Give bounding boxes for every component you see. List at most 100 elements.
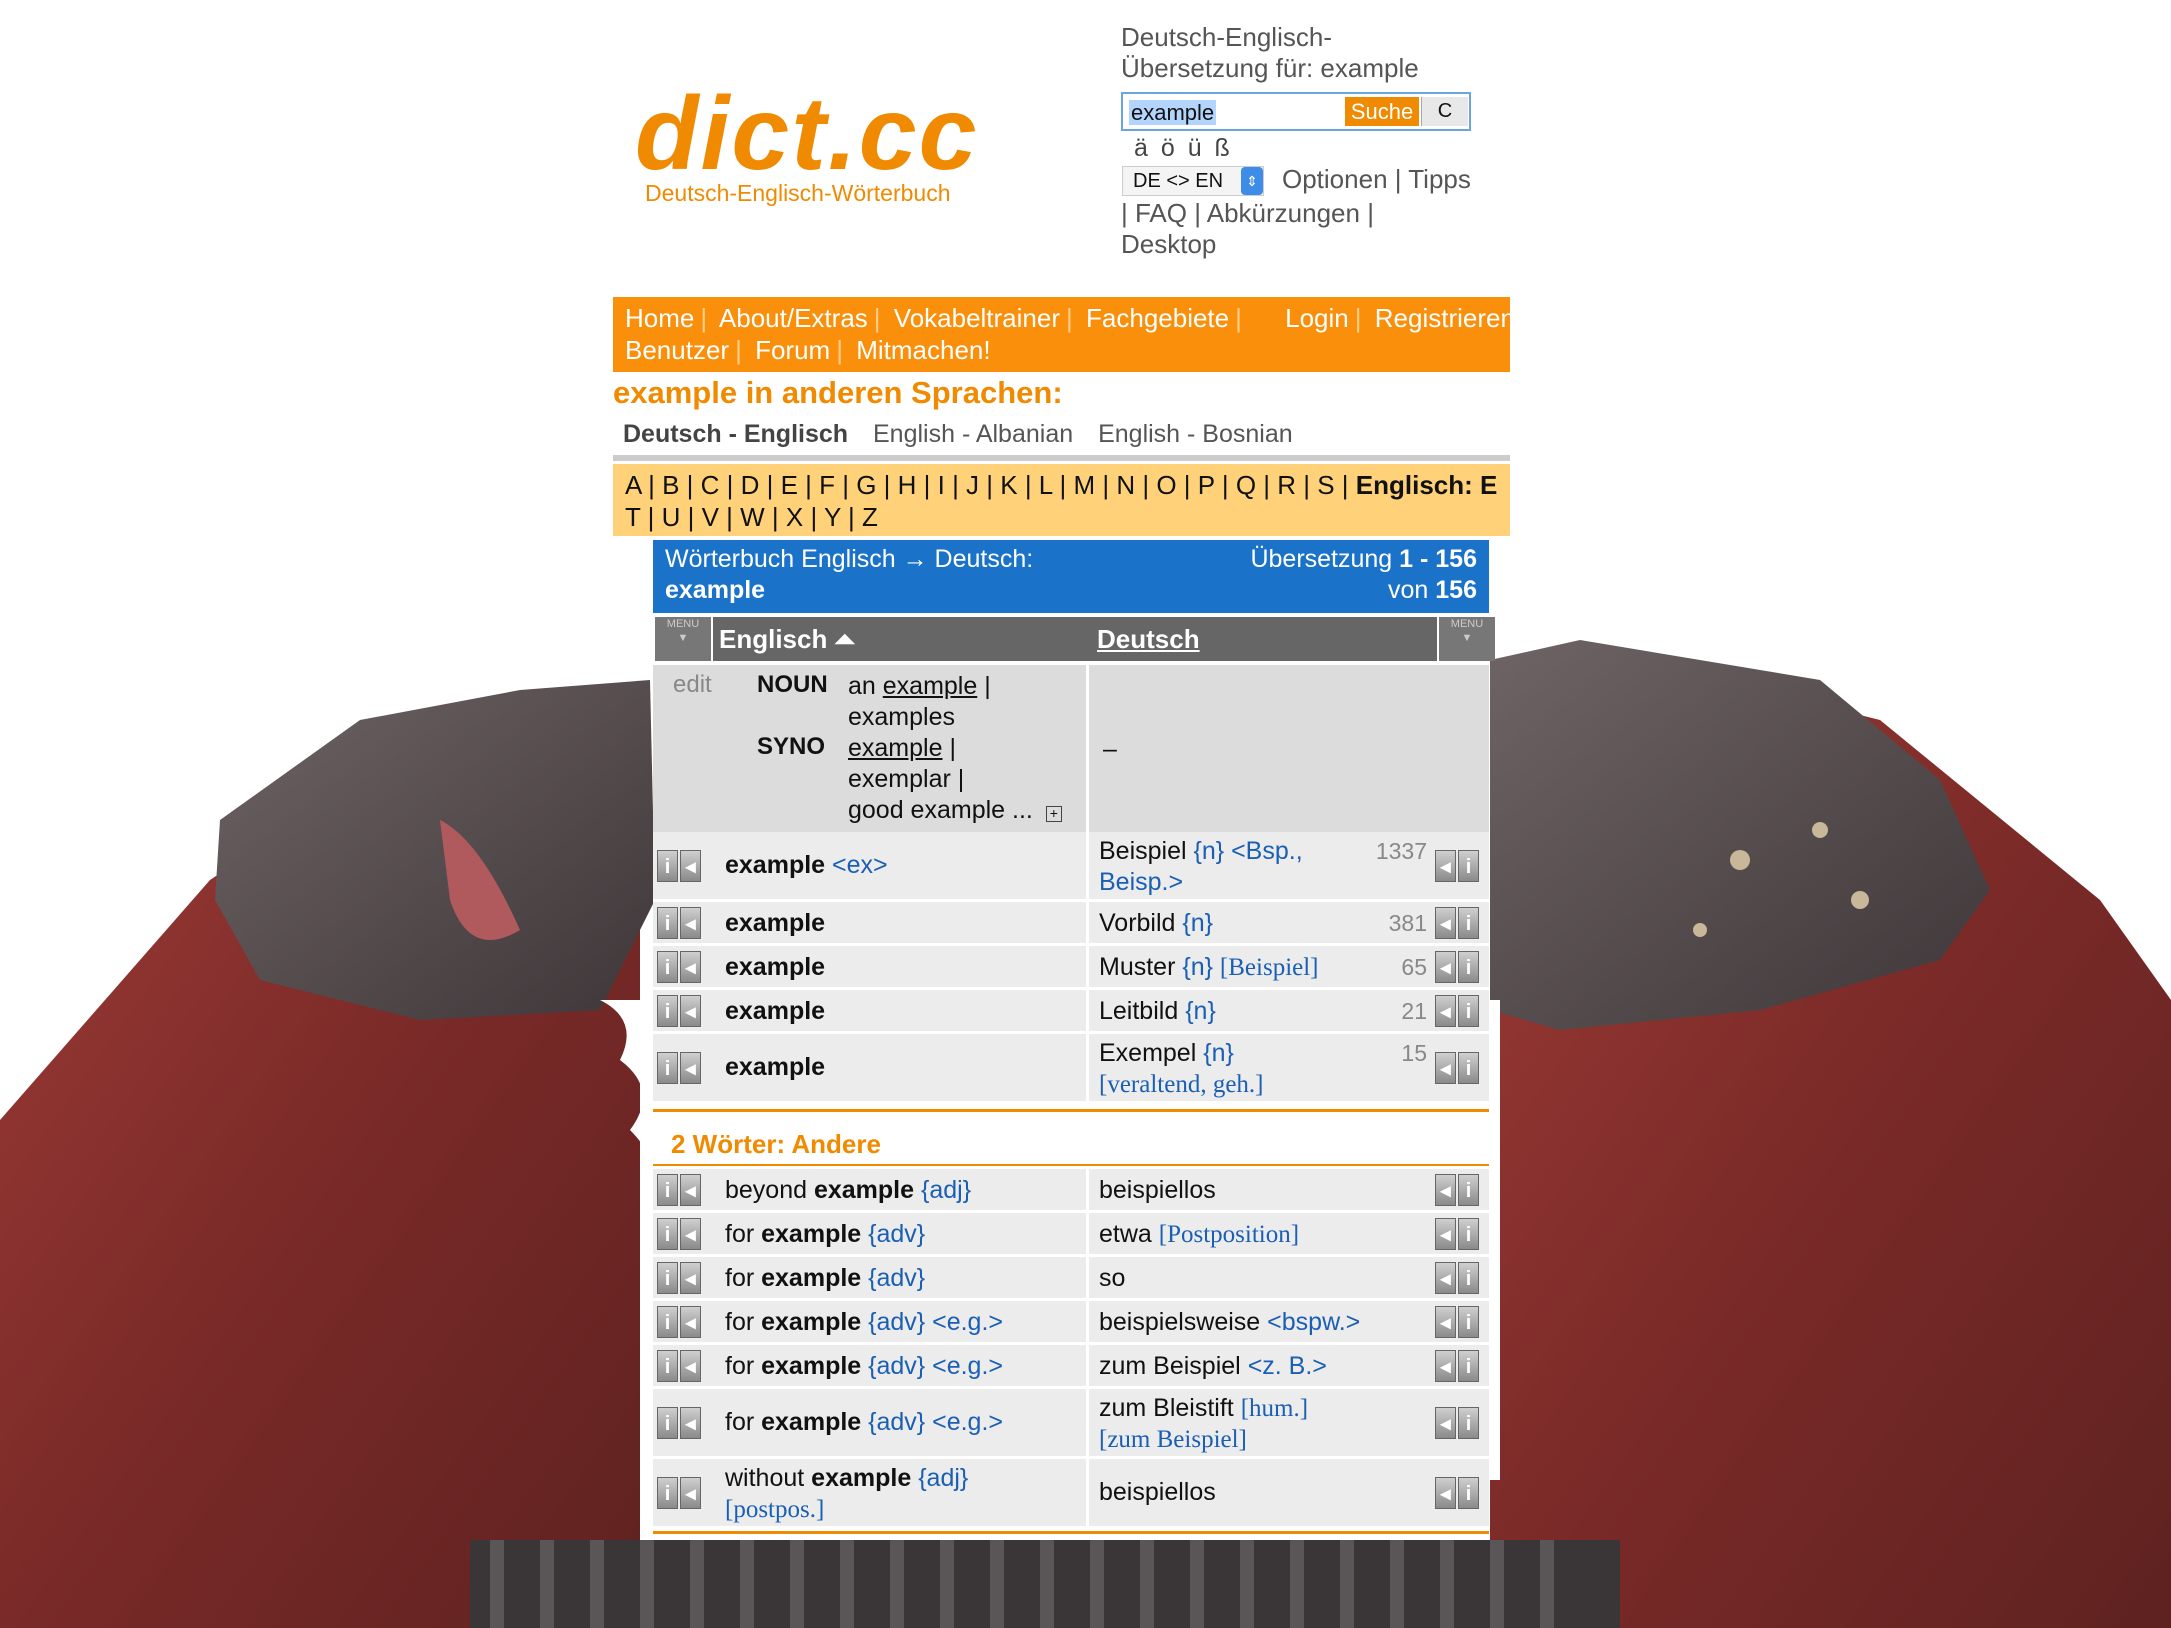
audio-info-icons-right[interactable]: ◂ i	[1435, 1407, 1485, 1439]
speaker-icon: ◂	[680, 850, 701, 882]
alphabet-bar: A | B | C | D | E | F | G | H | I | J | …	[613, 464, 1510, 536]
select-arrow-icon: ⇕	[1241, 167, 1263, 195]
info-audio-icons-left[interactable]: i ◂	[657, 1052, 707, 1084]
info-icon: i	[657, 1262, 678, 1294]
noun-link[interactable]: example	[883, 672, 978, 700]
info-icon: i	[657, 1350, 678, 1382]
info-icon: i	[1458, 951, 1479, 983]
info-audio-icons-left[interactable]: i ◂	[657, 995, 707, 1027]
nav-login[interactable]: Login	[1285, 303, 1349, 333]
audio-info-icons-right[interactable]: ◂ i	[1435, 1262, 1485, 1294]
info-icon: i	[657, 1477, 678, 1509]
options-links[interactable]: Optionen | Tipps	[1282, 164, 1471, 195]
audio-info-icons-right[interactable]: ◂ i	[1435, 1174, 1485, 1206]
info-icon: i	[657, 951, 678, 983]
audio-info-icons-right[interactable]: ◂ i	[1435, 1218, 1485, 1250]
section-title: 2 Wörter: Andere	[671, 1129, 881, 1159]
info-icon: i	[1458, 995, 1479, 1027]
speaker-icon: ◂	[680, 1174, 701, 1206]
nav-vokabeltrainer[interactable]: Vokabeltrainer	[894, 303, 1060, 333]
column-header-deutsch[interactable]: Deutsch	[1089, 617, 1437, 661]
audio-info-icons-right[interactable]: ◂ i	[1435, 1477, 1485, 1509]
results-range: Übersetzung 1 - 156	[1250, 545, 1477, 573]
section-divider	[653, 1164, 1489, 1166]
info-audio-icons-left[interactable]: i ◂	[657, 850, 707, 882]
heading-line1: Deutsch-Englisch-	[1121, 22, 1332, 52]
speaker-icon: ◂	[680, 1218, 701, 1250]
table-row: i ◂ for example {adv} etwa [Postposition]…	[653, 1213, 1489, 1257]
alphabet-links-2[interactable]: T | U | V | W | X | Y | Z	[625, 502, 878, 533]
divider	[613, 455, 1510, 461]
info-audio-icons-left[interactable]: i ◂	[657, 1174, 707, 1206]
info-audio-icons-left[interactable]: i ◂	[657, 951, 707, 983]
dict-logo[interactable]: dict.cc	[635, 82, 978, 186]
audio-info-icons-right[interactable]: ◂ i	[1435, 995, 1485, 1027]
info-audio-icons-left[interactable]: i ◂	[657, 907, 707, 939]
expand-plus-icon[interactable]: +	[1045, 806, 1062, 822]
search-input[interactable]: example	[1129, 100, 1217, 125]
clear-button[interactable]: C	[1421, 97, 1468, 126]
menu-icon-left[interactable]: MENU ▼	[655, 617, 711, 661]
info-audio-icons-left[interactable]: i ◂	[657, 1306, 707, 1338]
audio-info-icons-right[interactable]: ◂ i	[1435, 1306, 1485, 1338]
menu-icon-right[interactable]: MENU ▼	[1439, 617, 1495, 661]
speaker-icon: ◂	[1435, 1477, 1456, 1509]
speaker-icon: ◂	[1435, 1052, 1456, 1084]
speaker-icon: ◂	[1435, 1174, 1456, 1206]
audio-info-icons-right[interactable]: ◂ i	[1435, 951, 1485, 983]
search-button[interactable]: Suche	[1345, 97, 1419, 126]
audio-info-icons-right[interactable]: ◂ i	[1435, 907, 1485, 939]
syno-label: SYNO	[757, 733, 826, 760]
alphabet-current: Englisch: E	[1355, 470, 1498, 500]
nav-fachgebiete[interactable]: Fachgebiete	[1086, 303, 1229, 333]
nav-home[interactable]: Home	[625, 303, 694, 333]
nav-benutzer[interactable]: Benutzer	[625, 335, 729, 365]
help-links[interactable]: | FAQ | Abkürzungen | Desktop	[1121, 198, 1374, 260]
lang-pair-de-en[interactable]: Deutsch - Englisch	[623, 420, 848, 448]
info-icon: i	[657, 1218, 678, 1250]
table-row: i ◂ for example {adv} <e.g.> zum Bleistif…	[653, 1389, 1489, 1459]
nav-about[interactable]: About/Extras	[719, 303, 868, 333]
nav-mitmachen[interactable]: Mitmachen!	[856, 335, 990, 365]
column-header-englisch[interactable]: Englisch ⏶	[713, 617, 1091, 661]
table-row: i ◂ for example {adv} <e.g.> beispielswei…	[653, 1301, 1489, 1345]
language-select[interactable]: DE <> EN ⇕	[1122, 166, 1264, 196]
results-query: example	[665, 576, 766, 604]
speaker-icon: ◂	[1435, 1218, 1456, 1250]
desktop-link[interactable]: Desktop	[1121, 229, 1374, 260]
info-icon: i	[1458, 1477, 1479, 1509]
heading-line2: Übersetzung für: example	[1121, 53, 1419, 83]
faq-abbrev-links[interactable]: | FAQ | Abkürzungen |	[1121, 198, 1374, 229]
speaker-icon: ◂	[1435, 850, 1456, 882]
syno-link[interactable]: example	[848, 734, 943, 762]
speaker-icon: ◂	[1435, 1306, 1456, 1338]
info-audio-icons-left[interactable]: i ◂	[657, 1262, 707, 1294]
speaker-icon: ◂	[1435, 1262, 1456, 1294]
table-row: i ◂ example <ex> Beispiel {n} <Bsp., Beis…	[653, 832, 1489, 902]
audio-info-icons-right[interactable]: ◂ i	[1435, 850, 1485, 882]
info-icon: i	[657, 1407, 678, 1439]
speaker-icon: ◂	[680, 951, 701, 983]
speaker-icon: ◂	[1435, 907, 1456, 939]
synonyms-box: edit NOUN an example | examples SYNO exa…	[653, 665, 1489, 832]
audio-info-icons-right[interactable]: ◂ i	[1435, 1350, 1485, 1382]
info-audio-icons-left[interactable]: i ◂	[657, 1218, 707, 1250]
audio-info-icons-right[interactable]: ◂ i	[1435, 1052, 1485, 1084]
info-audio-icons-left[interactable]: i ◂	[657, 1350, 707, 1382]
lang-pair-en-bs[interactable]: English - Bosnian	[1098, 420, 1293, 448]
info-icon: i	[1458, 1052, 1479, 1084]
alphabet-links-1[interactable]: A | B | C | D | E | F | G | H | I | J | …	[625, 470, 1349, 500]
info-icon: i	[1458, 1218, 1479, 1250]
lang-pair-en-sq[interactable]: English - Albanian	[873, 420, 1073, 448]
noun-entries: an example | examples	[848, 672, 991, 731]
umlaut-buttons[interactable]: ä ö ü ß	[1134, 134, 1233, 163]
info-icon: i	[657, 850, 678, 882]
logo-subtitle: Deutsch-Englisch-Wörterbuch	[645, 180, 951, 206]
edit-link[interactable]: edit	[673, 671, 712, 699]
info-audio-icons-left[interactable]: i ◂	[657, 1407, 707, 1439]
nav-forum[interactable]: Forum	[755, 335, 830, 365]
info-audio-icons-left[interactable]: i ◂	[657, 1477, 707, 1509]
page-heading: Deutsch-Englisch- Übersetzung für: examp…	[1121, 22, 1451, 84]
nav-registrieren[interactable]: Registrieren	[1375, 303, 1515, 333]
speaker-icon: ◂	[680, 1477, 701, 1509]
